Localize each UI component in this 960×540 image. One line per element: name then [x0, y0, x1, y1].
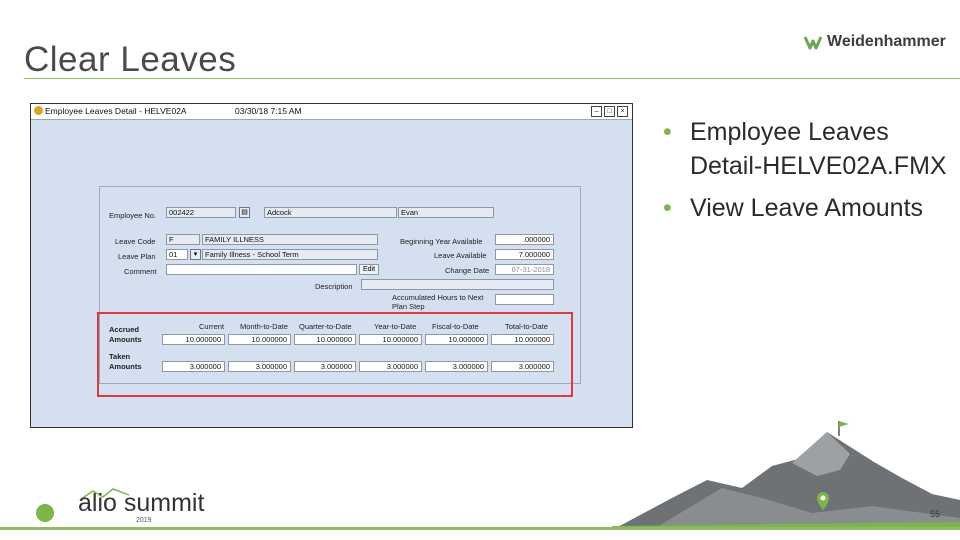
bullet-list: • Employee Leaves Detail-HELVE02A.FMX • Vi… [660, 115, 950, 233]
employee-no-field[interactable]: 002422 [166, 207, 236, 218]
leave-code-field[interactable]: F [166, 234, 200, 245]
edit-button[interactable]: Edit [359, 264, 379, 275]
slide-title: Clear Leaves [24, 40, 237, 79]
description-field[interactable] [361, 279, 554, 290]
accumulated-hours-field[interactable] [495, 294, 554, 305]
bullet-item: • Employee Leaves Detail-HELVE02A.FMX [660, 115, 950, 183]
leave-code-desc: FAMILY ILLNESS [202, 234, 378, 245]
comment-field[interactable] [166, 264, 357, 275]
leave-available-label: Leave Available [434, 251, 487, 260]
mountain-illustration [612, 421, 960, 530]
leave-plan-desc: Family Illness - School Term [202, 249, 378, 260]
accumulated-hours-label: Accumulated Hours to Next Plan Step [392, 293, 484, 311]
leave-plan-label: Leave Plan [118, 252, 156, 261]
footer-year: 2019 [136, 517, 152, 524]
chevron-down-icon[interactable]: ▾ [190, 249, 201, 260]
window-title: Employee Leaves Detail - HELVE02A [45, 106, 187, 116]
first-name-field[interactable]: Evan [398, 207, 494, 218]
window-datetime: 03/30/18 7:15 AM [235, 106, 302, 116]
page-number: 55 [930, 509, 941, 519]
amounts-highlight-box [97, 312, 573, 397]
window-titlebar: Employee Leaves Detail - HELVE02A 03/30/… [31, 104, 632, 120]
last-name-field[interactable]: Adcock [264, 207, 397, 218]
minimize-icon[interactable]: – [591, 106, 602, 117]
close-icon[interactable]: × [617, 106, 628, 117]
app-icon [34, 106, 43, 115]
footer-logo-text: alio summit [78, 489, 205, 517]
bullet-text: View Leave Amounts [690, 194, 924, 222]
lookup-icon[interactable]: ▤ [239, 207, 250, 218]
description-label: Description [315, 282, 353, 291]
beginning-year-label: Beginning Year Available [400, 237, 483, 246]
beginning-year-field[interactable]: .000000 [495, 234, 554, 245]
change-date-field[interactable]: 07-31-2018 [495, 264, 554, 275]
brand-name: Weidenhammer [827, 33, 946, 50]
bullet-dot-icon: • [663, 118, 672, 146]
employee-no-label: Employee No. [109, 211, 157, 220]
bullet-dot-icon: • [663, 194, 672, 222]
leave-available-field[interactable]: 7.000000 [495, 249, 554, 260]
leave-code-label: Leave Code [115, 237, 156, 246]
bullet-item: • View Leave Amounts [660, 191, 950, 225]
change-date-label: Change Date [445, 266, 490, 275]
title-divider [24, 78, 960, 79]
footer-divider [0, 527, 960, 530]
weidenhammer-logo: Weidenhammer [803, 31, 946, 53]
leave-plan-field[interactable]: 01 [166, 249, 188, 260]
leaf-logo-icon [803, 36, 823, 50]
comment-label: Comment [124, 267, 157, 276]
maximize-icon[interactable]: □ [604, 106, 615, 117]
bullet-text: Employee Leaves Detail-HELVE02A.FMX [690, 118, 947, 180]
